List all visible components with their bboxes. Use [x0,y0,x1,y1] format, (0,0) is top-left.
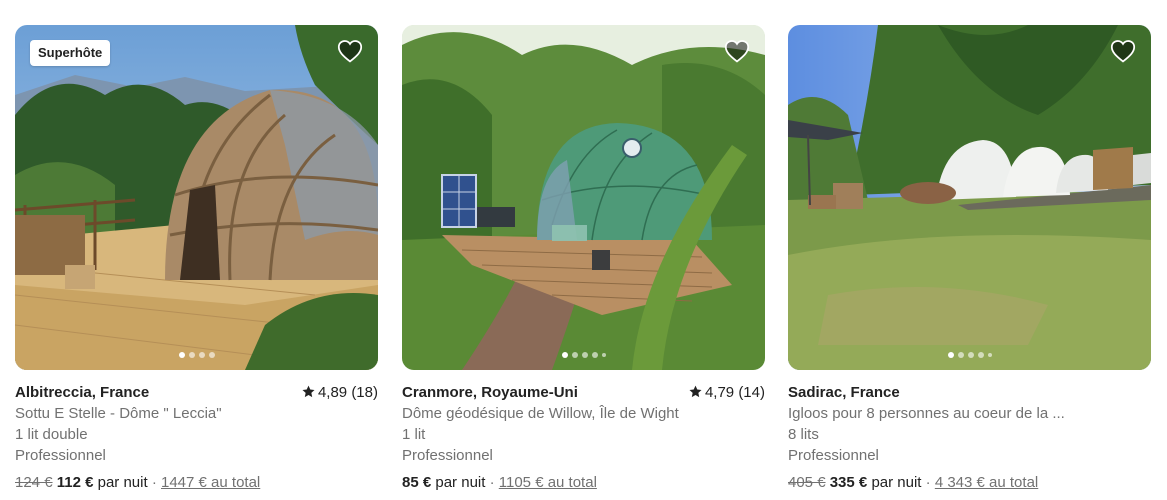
listing-location: Sadirac, France [788,384,900,401]
price-separator: · [489,474,495,491]
superhost-badge: Superhôte [30,40,111,66]
listing-beds: 1 lit [402,426,426,443]
carousel-dot[interactable] [591,352,598,358]
listing-photo[interactable] [788,25,1151,370]
total-price-link[interactable]: 4 343 € au total [935,474,1038,491]
carousel-dot[interactable] [987,353,992,357]
listing-image [402,25,765,370]
price-separator: · [151,474,157,491]
carousel-dot[interactable] [957,352,964,358]
carousel-dot[interactable] [188,352,195,358]
price-separator: · [925,474,931,491]
listing-location: Cranmore, Royaume-Uni [402,384,578,401]
listing-rating: 4,89 (18) [302,382,378,403]
carousel-dot[interactable] [977,352,984,358]
heart-icon[interactable] [1110,39,1136,63]
listing-card[interactable]: Sadirac, France Igloos pour 8 personnes … [788,25,1151,493]
price-row: 124 € 112 € par nuit · 1447 € au total [15,472,378,493]
listing-beds: 1 lit double [15,426,88,443]
price-row: 85 € par nuit · 1105 € au total [402,472,765,493]
carousel-dot[interactable] [947,352,954,358]
total-price-link[interactable]: 1447 € au total [161,474,260,491]
carousel-dot[interactable] [581,352,588,358]
listing-location: Albitreccia, France [15,384,150,401]
listing-title: Sottu E Stelle - Dôme " Leccia" [15,405,222,422]
carousel-dot[interactable] [198,352,205,358]
listing-host-type: Professionnel [15,447,106,464]
original-price: 124 € [15,474,53,491]
carousel-dot[interactable] [571,352,578,358]
nightly-price: 335 € [829,474,868,491]
listing-card[interactable]: Superhôte Albitreccia, France 4,89 (18) … [15,25,378,493]
listing-title: Igloos pour 8 personnes au coeur de la .… [788,405,1065,422]
nightly-price: 85 € [402,474,432,491]
listing-rating: 4,79 (14) [689,382,765,403]
nightly-price: 112 € [56,474,94,491]
star-icon [689,385,702,398]
listing-card[interactable]: Cranmore, Royaume-Uni 4,79 (14) Dôme géo… [402,25,765,493]
carousel-dot[interactable] [208,352,215,358]
total-price-link[interactable]: 1105 € au total [499,474,597,491]
listing-beds: 8 lits [788,426,819,443]
rating-value: 4,79 (14) [704,384,765,401]
price-row: 405 € 335 € par nuit · 4 343 € au total [788,472,1151,493]
listing-host-type: Professionnel [788,447,879,464]
original-price: 405 € [788,474,826,491]
carousel-dot[interactable] [178,352,185,358]
per-night-label: par nuit [435,474,486,491]
star-icon [302,385,315,398]
carousel-dots[interactable] [402,352,765,358]
carousel-dots[interactable] [788,352,1151,358]
listing-image [788,25,1151,370]
listing-photo[interactable]: Superhôte [15,25,378,370]
carousel-dot[interactable] [561,352,568,358]
rating-value: 4,89 (18) [317,384,378,401]
heart-icon[interactable] [337,39,363,63]
listing-image [15,25,378,370]
listing-photo[interactable] [402,25,765,370]
listing-host-type: Professionnel [402,447,493,464]
per-night-label: par nuit [97,474,148,491]
carousel-dots[interactable] [15,352,378,358]
carousel-dot[interactable] [967,352,974,358]
listing-title: Dôme géodésique de Willow, Île de Wight [402,405,679,422]
per-night-label: par nuit [871,474,922,491]
carousel-dot[interactable] [601,353,606,357]
heart-icon[interactable] [724,39,750,63]
listings-grid: Superhôte Albitreccia, France 4,89 (18) … [0,0,1167,500]
